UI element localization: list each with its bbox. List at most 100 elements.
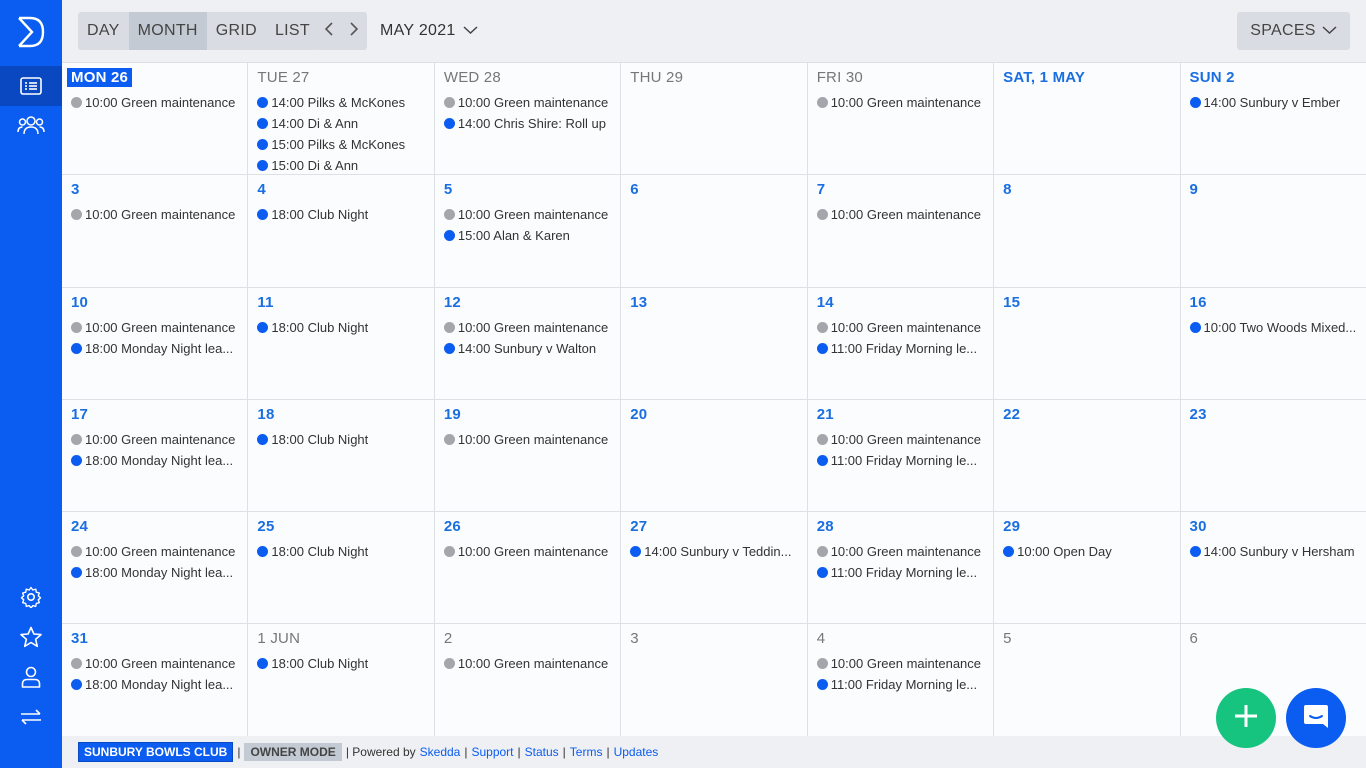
booking-event[interactable]: 11:00 Friday Morning le...: [816, 338, 993, 359]
add-booking-button[interactable]: [1216, 688, 1276, 748]
booking-event[interactable]: 18:00 Monday Night lea...: [71, 562, 247, 583]
calendar-day-cell[interactable]: SAT, 1 MAY: [994, 63, 1181, 175]
calendar-day-cell[interactable]: 17 10:00 Green maintenance 18:00 Monday Ni…: [62, 399, 249, 512]
booking-event[interactable]: 10:00 Green maintenance: [816, 92, 993, 113]
day-label[interactable]: SUN 2: [1190, 69, 1366, 87]
day-label[interactable]: 23: [1190, 406, 1366, 424]
day-label[interactable]: 6: [1190, 630, 1366, 648]
day-label[interactable]: 24: [71, 518, 247, 536]
day-label[interactable]: 27: [630, 518, 806, 536]
view-list-button[interactable]: LIST: [266, 12, 319, 50]
calendar-day-cell[interactable]: 29 10:00 Open Day: [994, 512, 1181, 624]
calendar-day-cell[interactable]: 5 10:00 Green maintenance 15:00 Alan & Kar…: [434, 175, 622, 287]
calendar-day-cell[interactable]: 21 10:00 Green maintenance 11:00 Friday Mo…: [807, 399, 995, 512]
calendar-day-cell[interactable]: 26 10:00 Green maintenance: [434, 512, 622, 624]
booking-event[interactable]: 10:00 Green maintenance: [816, 429, 993, 450]
day-label[interactable]: 28: [817, 518, 993, 536]
day-label[interactable]: FRI 30: [817, 69, 993, 87]
view-grid-button[interactable]: GRID: [207, 12, 266, 50]
day-label[interactable]: 26: [444, 518, 620, 536]
booking-event[interactable]: 18:00 Monday Night lea...: [71, 674, 247, 695]
calendar-day-cell[interactable]: 4 10:00 Green maintenance 11:00 Friday Mor…: [807, 624, 995, 737]
day-label[interactable]: 9: [1190, 181, 1366, 199]
calendar-day-cell[interactable]: 12 10:00 Green maintenance 14:00 Sunbury v…: [434, 287, 622, 399]
booking-event[interactable]: 11:00 Friday Morning le...: [816, 674, 993, 695]
day-label[interactable]: 3: [630, 630, 806, 648]
booking-event[interactable]: 10:00 Green maintenance: [71, 92, 247, 113]
calendar-day-cell[interactable]: 28 10:00 Green maintenance 11:00 Friday Mo…: [807, 512, 995, 624]
calendar-day-cell[interactable]: 5: [994, 624, 1181, 737]
booking-event[interactable]: 10:00 Green maintenance: [71, 204, 247, 225]
calendar-day-cell[interactable]: THU 29: [621, 63, 808, 175]
booking-event[interactable]: 10:00 Green maintenance: [71, 653, 247, 674]
skedda-logo-icon[interactable]: [16, 16, 46, 48]
day-label[interactable]: 1 JUN: [257, 630, 433, 648]
calendar-day-cell[interactable]: 3 10:00 Green maintenance: [62, 175, 249, 287]
day-label[interactable]: WED 28: [444, 69, 620, 87]
booking-event[interactable]: 18:00 Club Night: [257, 541, 433, 562]
day-label[interactable]: 8: [1003, 181, 1179, 199]
day-label[interactable]: 13: [630, 294, 806, 312]
day-label[interactable]: 11: [257, 294, 433, 312]
day-label[interactable]: 4: [817, 630, 993, 648]
booking-event[interactable]: 10:00 Green maintenance: [816, 317, 993, 338]
day-label[interactable]: 5: [444, 181, 620, 199]
nav-users[interactable]: [0, 105, 62, 145]
day-label[interactable]: 3: [71, 181, 247, 199]
booking-event[interactable]: 14:00 Sunbury v Walton: [443, 338, 620, 359]
status-link[interactable]: Status: [525, 745, 559, 759]
next-month-button[interactable]: [341, 12, 366, 50]
day-label[interactable]: 4: [257, 181, 433, 199]
spaces-dropdown[interactable]: SPACES: [1237, 12, 1350, 50]
booking-event[interactable]: 11:00 Friday Morning le...: [816, 562, 993, 583]
booking-event[interactable]: 10:00 Green maintenance: [816, 541, 993, 562]
calendar-day-cell[interactable]: 14 10:00 Green maintenance 11:00 Friday Mo…: [807, 287, 995, 399]
calendar-day-cell[interactable]: 22: [994, 399, 1181, 512]
calendar-day-cell[interactable]: MON 26 10:00 Green maintenance: [62, 63, 249, 175]
day-label[interactable]: SAT, 1 MAY: [1003, 69, 1179, 87]
view-month-button[interactable]: MONTH: [128, 12, 207, 50]
calendar-day-cell[interactable]: 24 10:00 Green maintenance 18:00 Monday Ni…: [62, 512, 249, 624]
day-label[interactable]: 14: [817, 294, 993, 312]
booking-event[interactable]: 10:00 Two Woods Mixed...: [1189, 317, 1366, 338]
day-label[interactable]: 6: [630, 181, 806, 199]
calendar-day-cell[interactable]: 19 10:00 Green maintenance: [434, 399, 622, 512]
calendar-day-cell[interactable]: 8: [994, 175, 1181, 287]
booking-event[interactable]: 10:00 Green maintenance: [443, 541, 620, 562]
mode-badge[interactable]: OWNER MODE: [244, 743, 342, 761]
calendar-day-cell[interactable]: 15: [994, 287, 1181, 399]
calendar-day-cell[interactable]: 7 10:00 Green maintenance: [807, 175, 995, 287]
booking-event[interactable]: 10:00 Green maintenance: [71, 317, 247, 338]
nav-settings[interactable]: [0, 577, 62, 617]
day-label[interactable]: 16: [1190, 294, 1366, 312]
day-label[interactable]: 10: [71, 294, 247, 312]
month-picker[interactable]: MAY 2021: [380, 12, 478, 50]
day-label[interactable]: 31: [71, 630, 247, 648]
booking-event[interactable]: 10:00 Green maintenance: [816, 204, 993, 225]
booking-event[interactable]: 14:00 Sunbury v Ember: [1189, 92, 1366, 113]
booking-event[interactable]: 14:00 Chris Shire: Roll up: [443, 113, 620, 134]
booking-event[interactable]: 15:00 Pilks & McKones: [257, 134, 433, 155]
calendar-day-cell[interactable]: 3: [621, 624, 808, 737]
booking-event[interactable]: 18:00 Club Night: [257, 317, 433, 338]
calendar-day-cell[interactable]: 31 10:00 Green maintenance 18:00 Monday Ni…: [62, 624, 249, 737]
booking-event[interactable]: 10:00 Green maintenance: [443, 317, 620, 338]
day-label[interactable]: 12: [444, 294, 620, 312]
chat-support-button[interactable]: [1286, 688, 1346, 748]
booking-event[interactable]: 15:00 Alan & Karen: [443, 225, 620, 246]
booking-event[interactable]: 11:00 Friday Morning le...: [816, 450, 993, 471]
updates-link[interactable]: Updates: [614, 745, 659, 759]
calendar-day-cell[interactable]: 4 18:00 Club Night: [248, 175, 435, 287]
day-label[interactable]: 18: [257, 406, 433, 424]
calendar-day-cell[interactable]: 11 18:00 Club Night: [248, 287, 435, 399]
day-label[interactable]: 29: [1003, 518, 1179, 536]
day-label[interactable]: 7: [817, 181, 993, 199]
calendar-day-cell[interactable]: 2 10:00 Green maintenance: [434, 624, 622, 737]
calendar-day-cell[interactable]: 6: [621, 175, 808, 287]
day-label[interactable]: THU 29: [630, 69, 806, 87]
calendar-day-cell[interactable]: 27 14:00 Sunbury v Teddin...: [621, 512, 808, 624]
calendar-day-cell[interactable]: 13: [621, 287, 808, 399]
day-label[interactable]: MON 26: [67, 68, 247, 87]
nav-favourites[interactable]: [0, 617, 62, 657]
calendar-day-cell[interactable]: FRI 30 10:00 Green maintenance: [807, 63, 995, 175]
